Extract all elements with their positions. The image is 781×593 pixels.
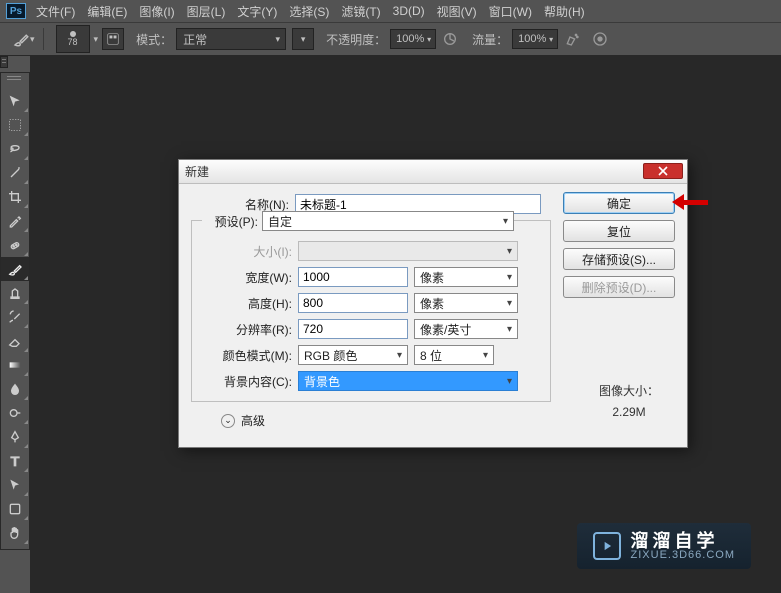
- tool-path-select[interactable]: [1, 473, 29, 497]
- menu-edit[interactable]: 编辑(E): [87, 3, 127, 20]
- resolution-input[interactable]: [298, 319, 408, 339]
- toolbox: [0, 72, 30, 550]
- menu-filter[interactable]: 滤镜(T): [341, 3, 380, 20]
- new-document-dialog: 新建 确定 复位 存储预设(S)... 删除预设(D)... 名称(N): 预设: [178, 159, 688, 448]
- menu-select[interactable]: 选择(S): [289, 3, 329, 20]
- width-label: 宽度(W):: [202, 269, 298, 286]
- background-label: 背景内容(C):: [202, 373, 298, 390]
- bit-depth-select[interactable]: 8 位: [414, 345, 494, 365]
- tool-dodge[interactable]: [1, 401, 29, 425]
- play-icon: [593, 532, 621, 560]
- tool-eyedropper[interactable]: [1, 209, 29, 233]
- blend-mode-label: 模式：: [136, 31, 172, 48]
- height-input[interactable]: [298, 293, 408, 313]
- background-select[interactable]: 背景色: [298, 371, 518, 391]
- mode-flyout-icon[interactable]: ▾: [292, 28, 314, 50]
- color-mode-label: 颜色模式(M):: [202, 347, 298, 364]
- menu-type[interactable]: 文字(Y): [237, 3, 277, 20]
- height-label: 高度(H):: [202, 295, 298, 312]
- pressure-opacity-icon[interactable]: [440, 29, 460, 49]
- tool-gradient[interactable]: [1, 353, 29, 377]
- menu-window[interactable]: 窗口(W): [489, 3, 532, 20]
- resolution-label: 分辨率(R):: [202, 321, 298, 338]
- opacity-input[interactable]: 100%: [390, 29, 436, 49]
- ok-button[interactable]: 确定: [563, 192, 675, 214]
- watermark-title: 溜溜自学: [631, 532, 735, 550]
- preset-select[interactable]: 自定: [262, 211, 514, 231]
- tool-pen[interactable]: [1, 425, 29, 449]
- flow-input[interactable]: 100%: [512, 29, 558, 49]
- advanced-label: 高级: [241, 412, 265, 429]
- brush-size-value: 78: [68, 37, 78, 47]
- app-logo: Ps: [6, 3, 26, 19]
- save-preset-button[interactable]: 存储预设(S)...: [563, 248, 675, 270]
- watermark-url: ZIXUE.3D66.COM: [631, 550, 735, 561]
- toolbox-grip[interactable]: [1, 77, 29, 89]
- opacity-label: 不透明度：: [326, 31, 386, 48]
- airbrush-icon[interactable]: [562, 29, 582, 49]
- menu-view[interactable]: 视图(V): [437, 3, 477, 20]
- tool-eraser[interactable]: [1, 329, 29, 353]
- blend-mode-select[interactable]: 正常: [176, 28, 286, 50]
- tool-lasso[interactable]: [1, 137, 29, 161]
- delete-preset-button: 删除预设(D)...: [563, 276, 675, 298]
- dialog-titlebar[interactable]: 新建: [179, 160, 687, 184]
- flow-label: 流量：: [472, 31, 508, 48]
- brush-panel-toggle-icon[interactable]: [102, 28, 124, 50]
- menu-3d[interactable]: 3D(D): [393, 4, 425, 18]
- image-size-readout: 图像大小： 2.29M: [599, 382, 659, 419]
- options-bar: ▾ 78 ▾ 模式： 正常 ▾ 不透明度： 100% 流量： 100%: [0, 22, 781, 56]
- tool-clone-stamp[interactable]: [1, 281, 29, 305]
- watermark: 溜溜自学 ZIXUE.3D66.COM: [577, 523, 751, 569]
- dialog-title: 新建: [185, 163, 209, 180]
- tool-marquee[interactable]: [1, 113, 29, 137]
- color-mode-select[interactable]: RGB 颜色: [298, 345, 408, 365]
- annotation-arrow: [672, 194, 708, 210]
- pressure-size-icon[interactable]: [590, 29, 610, 49]
- tool-magic-wand[interactable]: [1, 161, 29, 185]
- width-input[interactable]: [298, 267, 408, 287]
- menubar: Ps 文件(F) 编辑(E) 图像(I) 图层(L) 文字(Y) 选择(S) 滤…: [0, 0, 781, 22]
- panel-collapse-grip[interactable]: [0, 56, 8, 68]
- menu-layer[interactable]: 图层(L): [187, 3, 226, 20]
- tool-healing[interactable]: [1, 233, 29, 257]
- size-label: 大小(I):: [202, 243, 298, 260]
- chevron-down-icon: ⌄: [221, 414, 235, 428]
- tool-move[interactable]: [1, 89, 29, 113]
- tool-history-brush[interactable]: [1, 305, 29, 329]
- preset-label: 预设(P):: [202, 213, 262, 230]
- size-select: [298, 241, 518, 261]
- brush-tool-icon[interactable]: [10, 28, 32, 50]
- height-unit-select[interactable]: 像素: [414, 293, 518, 313]
- tool-type[interactable]: [1, 449, 29, 473]
- brush-preset-picker[interactable]: 78: [56, 25, 90, 53]
- menu-help[interactable]: 帮助(H): [544, 3, 585, 20]
- width-unit-select[interactable]: 像素: [414, 267, 518, 287]
- tool-hand[interactable]: [1, 521, 29, 545]
- tool-crop[interactable]: [1, 185, 29, 209]
- name-label: 名称(N):: [191, 196, 295, 213]
- tool-blur[interactable]: [1, 377, 29, 401]
- dialog-close-button[interactable]: [643, 163, 683, 179]
- menu-image[interactable]: 图像(I): [139, 3, 174, 20]
- reset-button[interactable]: 复位: [563, 220, 675, 242]
- resolution-unit-select[interactable]: 像素/英寸: [414, 319, 518, 339]
- photoshop-window: Ps 文件(F) 编辑(E) 图像(I) 图层(L) 文字(Y) 选择(S) 滤…: [0, 0, 781, 593]
- menu-file[interactable]: 文件(F): [36, 3, 75, 20]
- tool-brush[interactable]: [1, 257, 29, 281]
- tool-shape[interactable]: [1, 497, 29, 521]
